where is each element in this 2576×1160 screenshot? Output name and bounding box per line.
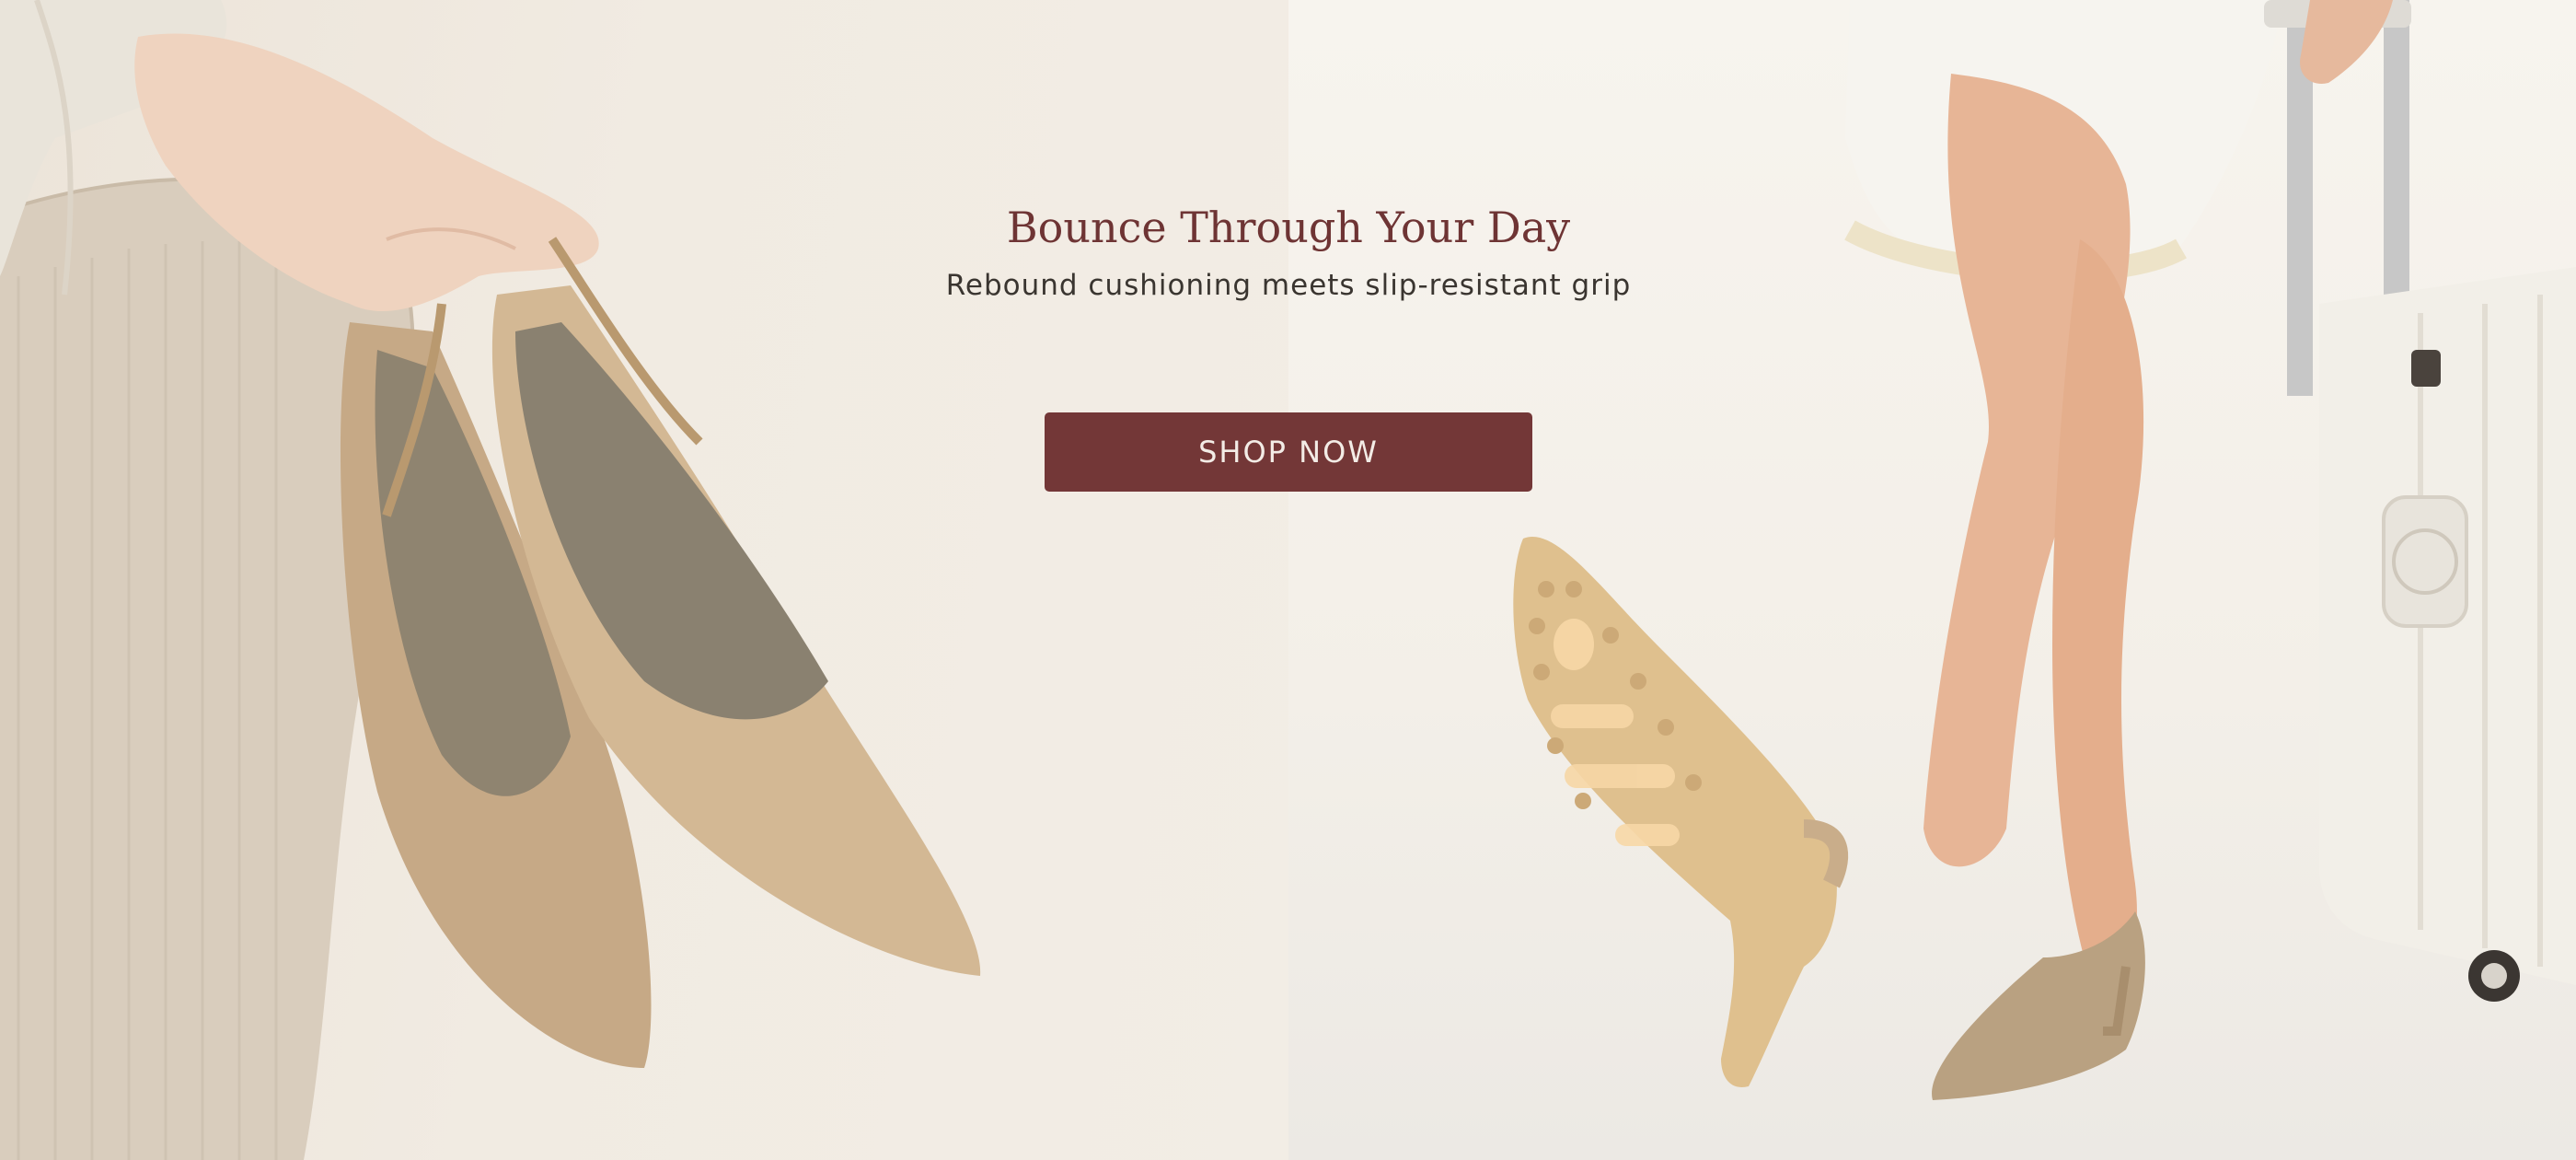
hero-banner: Bounce Through Your Day Rebound cushioni… bbox=[0, 0, 2576, 1160]
hero-text-block: Bounce Through Your Day Rebound cushioni… bbox=[828, 203, 1749, 302]
hero-subheadline: Rebound cushioning meets slip-resistant … bbox=[945, 269, 1632, 302]
model-holding-shoes-illustration bbox=[0, 0, 981, 1160]
hero-headline: Bounce Through Your Day bbox=[1006, 203, 1571, 252]
model-with-suitcase-illustration bbox=[1513, 0, 2576, 1100]
shop-now-button[interactable]: SHOP NOW bbox=[1045, 412, 1532, 492]
hero-left-image bbox=[0, 0, 1288, 1160]
hero-right-image bbox=[1288, 0, 2576, 1160]
